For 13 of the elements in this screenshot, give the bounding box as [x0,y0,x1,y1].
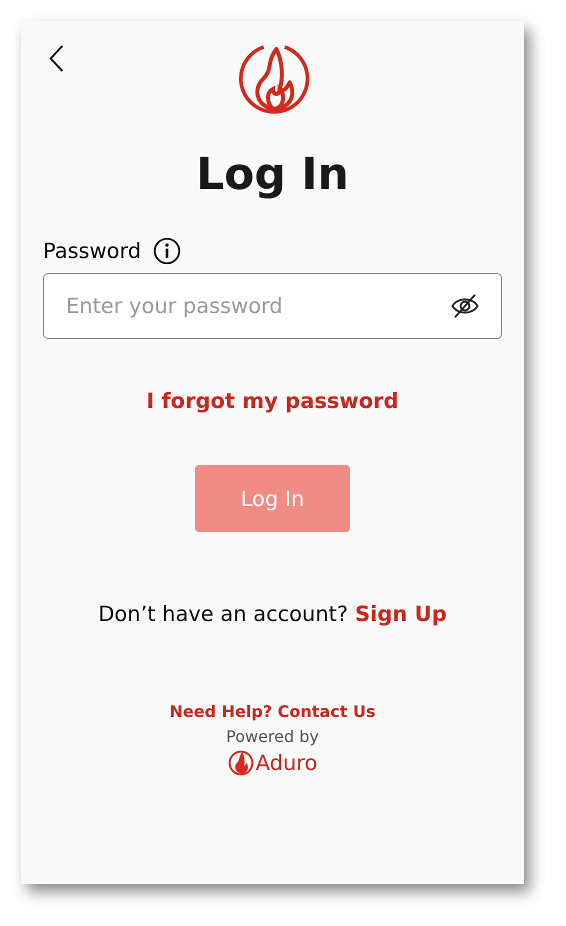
powered-by-text: Powered by [226,727,319,746]
forgot-password-link[interactable]: I forgot my password [146,389,399,413]
page-title: Log In [196,149,349,201]
brand-name: Aduro [256,751,318,775]
back-icon[interactable] [48,44,66,73]
info-icon[interactable] [153,237,182,265]
signup-prompt: Don’t have an account? [98,602,348,626]
help-link[interactable]: Need Help? Contact Us [170,702,376,721]
field-label: Password [43,239,142,263]
password-field[interactable]: Enter your password [43,273,502,339]
flame-logo-icon [228,750,254,776]
eye-slash-icon[interactable] [450,291,480,321]
signup-link[interactable]: Sign Up [355,602,447,626]
